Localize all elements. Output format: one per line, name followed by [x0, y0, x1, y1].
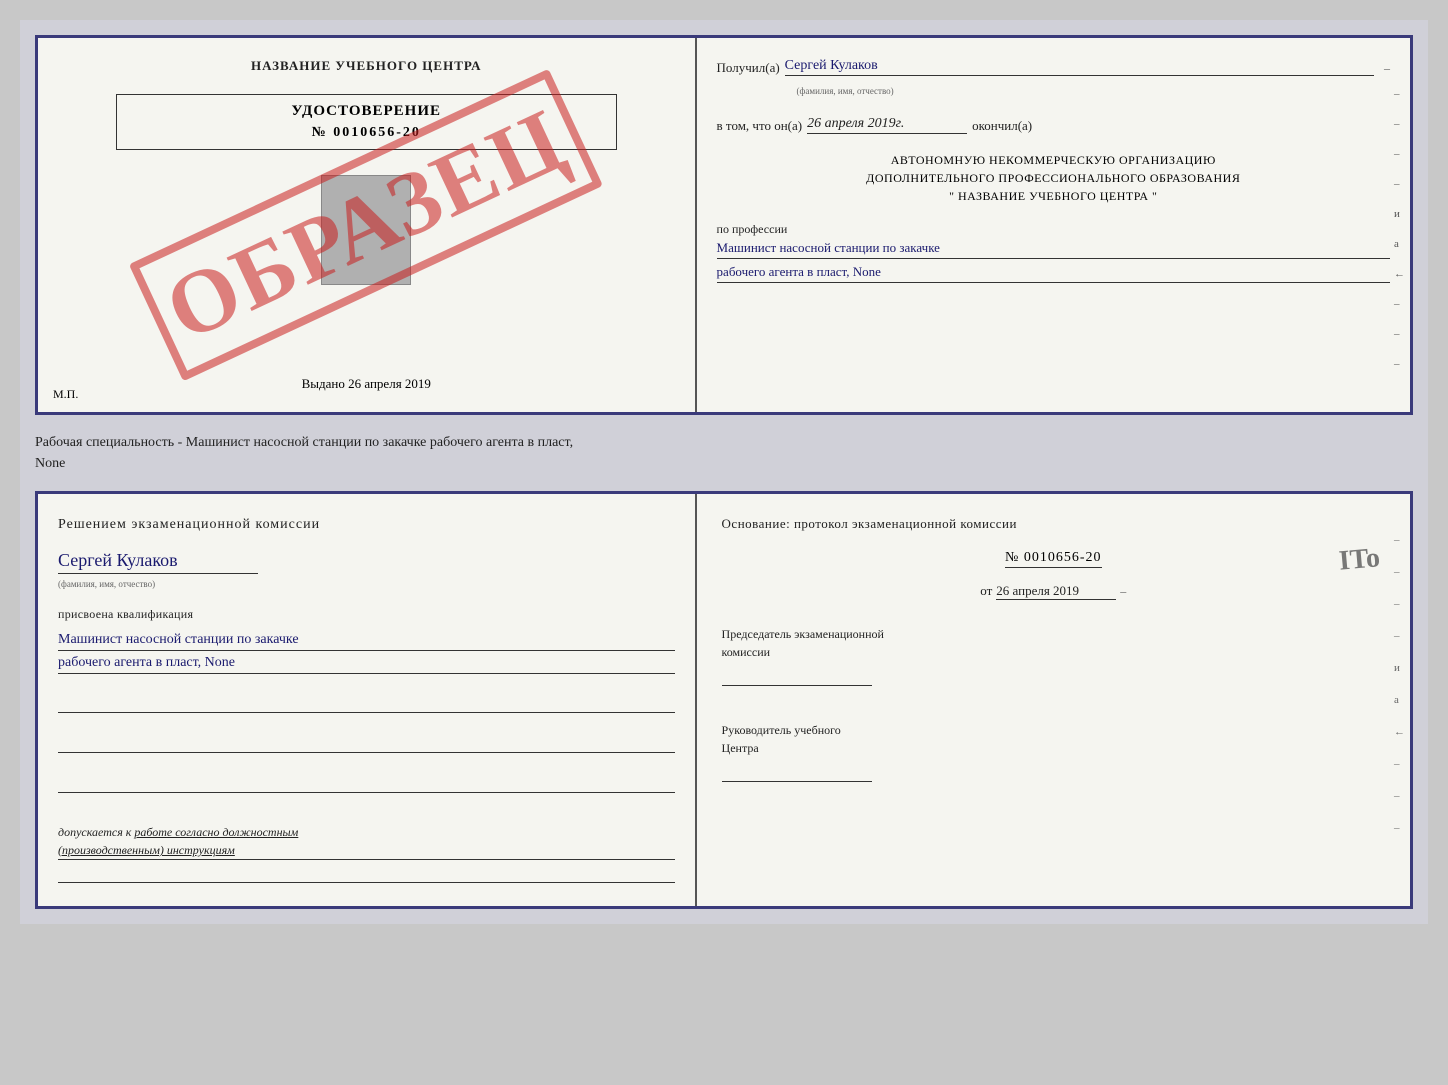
bottom-left-panel: Решением экзаменационной комиссии Сергей…: [38, 494, 697, 906]
decision-title: Решением экзаменационной комиссии: [58, 514, 675, 535]
sig-line-3: [58, 773, 675, 793]
chairman-block: Председатель экзаменационной комиссии: [722, 625, 1385, 691]
chairman-label: Председатель экзаменационной комиссии: [722, 625, 1385, 661]
sig-line-1: [58, 693, 675, 713]
received-name: Сергей Кулаков: [785, 58, 1374, 76]
issued-date: Выдано 26 апреля 2019: [302, 366, 431, 392]
date-end-label: окончил(а): [972, 118, 1032, 134]
issued-date-value: 26 апреля 2019: [348, 376, 431, 391]
cert-number: № 0010656-20: [132, 125, 601, 141]
profession-line2: рабочего агента в пласт, None: [717, 264, 1390, 283]
cert-number-box: УДОСТОВЕРЕНИЕ № 0010656-20: [116, 94, 617, 150]
person-name: Сергей Кулаков: [58, 550, 258, 574]
middle-text-line1: Рабочая специальность - Машинист насосно…: [35, 432, 1413, 453]
admission-label: допускается к: [58, 825, 131, 839]
protocol-block: № 0010656-20: [722, 550, 1385, 568]
received-field: Получил(а) Сергей Кулаков –: [717, 58, 1390, 76]
top-left-panel: НАЗВАНИЕ УЧЕБНОГО ЦЕНТРА ОБРАЗЕЦ УДОСТОВ…: [38, 38, 697, 412]
name-hint-bottom: (фамилия, имя, отчество): [58, 579, 155, 589]
profession-label: по профессии: [717, 222, 1390, 237]
right-margin-lines: – – – – и а ← – – –: [1394, 88, 1405, 370]
protocol-date: от 26 апреля 2019 –: [722, 583, 1385, 600]
sig-line-2: [58, 733, 675, 753]
director-sig-line: [722, 762, 872, 782]
director-block: Руководитель учебного Центра: [722, 721, 1385, 787]
bottom-prof-line1: Машинист насосной станции по закачке: [58, 632, 675, 651]
issued-label: Выдано: [302, 376, 345, 391]
mp-label: М.П.: [53, 387, 78, 402]
person-name-block: Сергей Кулаков (фамилия, имя, отчество): [58, 550, 675, 592]
profession-section: по профессии Машинист насосной станции п…: [717, 222, 1390, 288]
bottom-prof-line2: рабочего агента в пласт, None: [58, 655, 675, 674]
bottom-right-margin-lines: – – – – и а ← – – –: [1394, 534, 1405, 834]
protocol-number: № 0010656-20: [1005, 550, 1102, 568]
bottom-profession-block: Машинист насосной станции по закачке раб…: [58, 632, 675, 678]
middle-text: Рабочая специальность - Машинист насосно…: [35, 427, 1413, 479]
block-line1: АВТОНОМНУЮ НЕКОММЕРЧЕСКУЮ ОРГАНИЗАЦИЮ: [717, 151, 1390, 169]
bottom-right-panel: Основание: протокол экзаменационной коми…: [697, 494, 1410, 906]
date-label: в том, что он(а): [717, 118, 803, 134]
cert-title: УДОСТОВЕРЕНИЕ: [132, 103, 601, 120]
top-right-panel: Получил(а) Сергей Кулаков – (фамилия, им…: [697, 38, 1410, 412]
top-center-title: НАЗВАНИЕ УЧЕБНОГО ЦЕНТРА: [251, 58, 482, 74]
basis-title: Основание: протокол экзаменационной коми…: [722, 514, 1385, 535]
middle-text-line2: None: [35, 453, 1413, 474]
ito-stamp: ITo: [1338, 542, 1382, 577]
block-line2: ДОПОЛНИТЕЛЬНОГО ПРОФЕССИОНАЛЬНОГО ОБРАЗО…: [717, 169, 1390, 187]
bottom-document: Решением экзаменационной комиссии Сергей…: [35, 491, 1413, 909]
received-label: Получил(а): [717, 60, 780, 76]
chairman-sig-line: [722, 666, 872, 686]
date-value: 26 апреля 2019г.: [807, 116, 967, 134]
admission-sig-line: [58, 863, 675, 883]
protocol-date-val: 26 апреля 2019: [996, 583, 1116, 600]
photo-placeholder: [321, 175, 411, 285]
block-line3: " НАЗВАНИЕ УЧЕБНОГО ЦЕНТРА ": [717, 187, 1390, 205]
received-hint: (фамилия, имя, отчество): [797, 86, 1390, 96]
top-document: НАЗВАНИЕ УЧЕБНОГО ЦЕНТРА ОБРАЗЕЦ УДОСТОВ…: [35, 35, 1413, 415]
block-text-1: АВТОНОМНУЮ НЕКОММЕРЧЕСКУЮ ОРГАНИЗАЦИЮ ДО…: [717, 151, 1390, 205]
admission-block: допускается к работе согласно должностны…: [58, 813, 675, 886]
date-field: в том, что он(а) 26 апреля 2019г. окончи…: [717, 116, 1390, 134]
assigned-label: присвоена квалификация: [58, 607, 675, 622]
admission-text: допускается к работе согласно должностны…: [58, 823, 675, 860]
page-container: НАЗВАНИЕ УЧЕБНОГО ЦЕНТРА ОБРАЗЕЦ УДОСТОВ…: [20, 20, 1428, 924]
date-prefix: от: [980, 583, 992, 599]
director-label: Руководитель учебного Центра: [722, 721, 1385, 757]
profession-line1: Машинист насосной станции по закачке: [717, 240, 1390, 259]
